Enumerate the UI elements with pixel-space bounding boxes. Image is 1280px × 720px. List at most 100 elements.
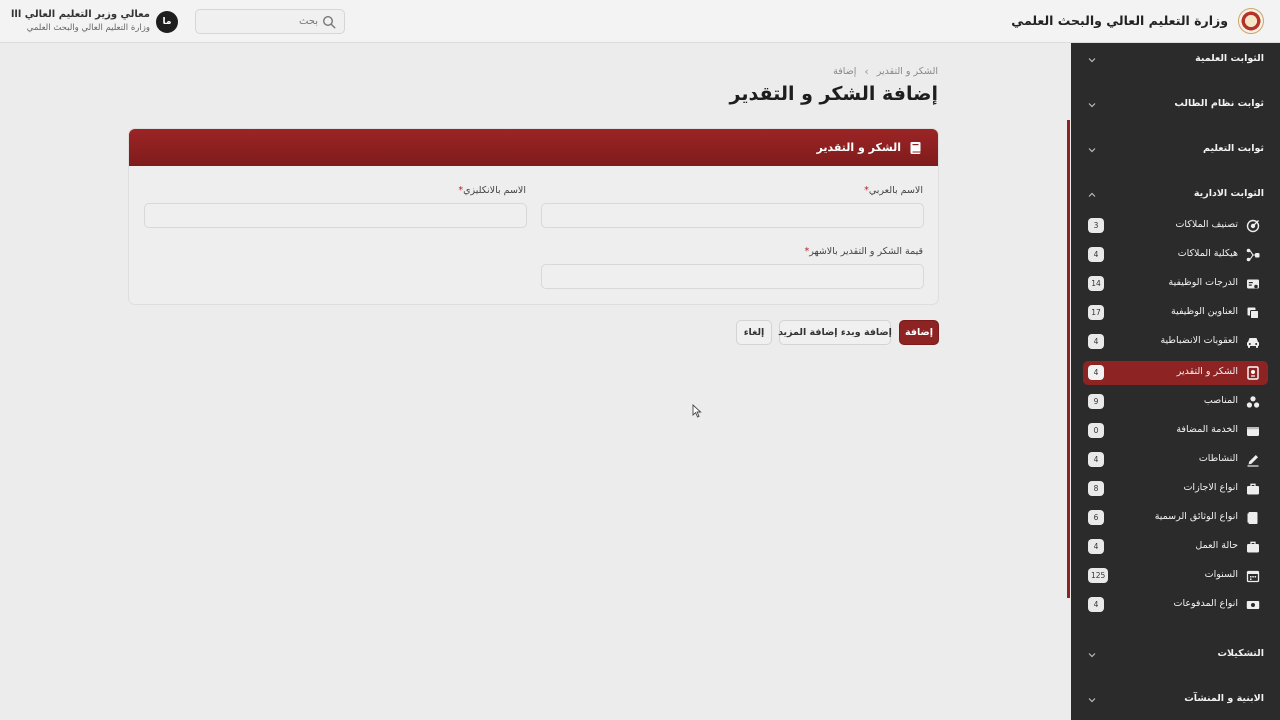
sidebar-item-label: العقوبات الانضباطية — [1160, 335, 1238, 346]
sidebar-item-leave-types[interactable]: انواع الاجازات 8 — [1083, 477, 1268, 501]
certificate-icon — [1247, 366, 1259, 380]
sidebar-item-staff-structure[interactable]: هيكلية الملاكات 4 — [1083, 243, 1268, 267]
sidebar-item-label: الخدمة المضافة — [1176, 424, 1238, 435]
sidebar-item-label: المناصب — [1203, 395, 1238, 406]
sidebar-group-label: ثوابت نظام الطالب — [1174, 98, 1264, 109]
breadcrumb-current: إضافة — [833, 66, 857, 77]
chevron-down-icon — [1088, 148, 1096, 153]
card-header: الشكر و التقدير — [129, 129, 938, 166]
chevron-down-icon — [1088, 698, 1096, 703]
scroll-indicator — [1067, 120, 1070, 598]
breadcrumb-parent-link[interactable]: الشكر و التقدير — [877, 66, 938, 77]
search-icon — [322, 15, 336, 29]
user-avatar[interactable]: ما — [156, 11, 178, 33]
sidebar-group-administrative[interactable]: الثوابت الادارية — [1071, 184, 1280, 206]
page-title: إضافة الشكر و التقدير — [729, 83, 938, 105]
sidebar: الثوابت العلمية ثوابت نظام الطالب ثوابت … — [1071, 43, 1280, 720]
sidebar-item-job-grades[interactable]: الدرجات الوظيفية 14 — [1083, 272, 1268, 296]
sidebar-group-scientific[interactable]: الثوابت العلمية — [1071, 49, 1280, 71]
count-badge: 8 — [1088, 481, 1104, 496]
briefcase-icon — [1247, 483, 1259, 495]
sidebar-group-label: الثوابت العلمية — [1195, 53, 1264, 64]
money-icon — [1246, 601, 1260, 609]
count-badge: 6 — [1088, 510, 1104, 525]
ministry-logo — [1238, 8, 1264, 34]
sidebar-group-label: ثوابت التعليم — [1203, 143, 1264, 154]
sidebar-group-label: الثوابت الادارية — [1193, 188, 1264, 199]
months-value-input[interactable] — [541, 264, 924, 289]
hierarchy-icon — [1246, 248, 1260, 262]
card-title: الشكر و التقدير — [816, 141, 901, 154]
add-button[interactable]: إضافة — [899, 320, 939, 345]
pencil-icon — [1247, 455, 1259, 467]
sidebar-item-job-titles[interactable]: العناوين الوظيفية 17 — [1083, 301, 1268, 325]
sidebar-item-label: السنوات — [1204, 569, 1238, 580]
sidebar-item-label: حالة العمل — [1195, 540, 1238, 551]
user-organization: وزارة التعليم العالي والبحث العلمي — [26, 23, 150, 33]
cancel-button[interactable]: إلغاء — [736, 320, 772, 345]
sidebar-item-official-document-types[interactable]: انواع الوثائق الرسمية 6 — [1083, 506, 1268, 530]
sidebar-group-student-system[interactable]: ثوابت نظام الطالب — [1071, 94, 1280, 116]
count-badge: 4 — [1088, 247, 1104, 262]
calendar-icon — [1246, 570, 1260, 583]
chevron-left-icon: › — [864, 65, 869, 78]
sidebar-item-label: الشكر و التقدير — [1176, 366, 1238, 377]
add-and-continue-button[interactable]: إضافة وبدء إضافة المزيد — [778, 320, 892, 345]
search-box[interactable] — [195, 9, 345, 34]
sidebar-item-added-service[interactable]: الخدمة المضافة 0 — [1083, 419, 1268, 443]
breadcrumb: الشكر و التقدير › إضافة — [833, 65, 938, 78]
top-bar: وزارة التعليم العالي والبحث العلمي ما مع… — [0, 0, 1280, 43]
sidebar-item-work-status[interactable]: حالة العمل 4 — [1083, 535, 1268, 559]
sidebar-group-label: التشكيلات — [1217, 648, 1264, 659]
folder-icon — [1247, 427, 1259, 436]
count-badge: 0 — [1088, 423, 1104, 438]
user-name: معالي وزير التعليم العالي ااا — [11, 9, 150, 20]
sidebar-item-label: تصنيف الملاكات — [1175, 219, 1238, 230]
chevron-down-icon — [1088, 58, 1096, 63]
search-input[interactable] — [208, 12, 318, 31]
copy-icon — [1247, 307, 1259, 319]
months-value-label: قيمة الشكر و التقدير بالاشهر* — [804, 246, 923, 257]
sidebar-item-positions[interactable]: المناصب 9 — [1083, 390, 1268, 414]
count-badge: 9 — [1088, 394, 1104, 409]
count-badge: 125 — [1088, 568, 1109, 583]
sidebar-group-education[interactable]: ثوابت التعليم — [1071, 139, 1280, 161]
count-badge: 3 — [1088, 218, 1104, 233]
count-badge: 14 — [1088, 276, 1104, 291]
sidebar-group-buildings[interactable]: الابنية و المنشآت — [1071, 689, 1280, 711]
sidebar-item-years[interactable]: السنوات 125 — [1083, 564, 1268, 588]
document-icon — [1247, 512, 1258, 524]
name-en-input[interactable] — [144, 203, 527, 228]
briefcase-icon — [1247, 541, 1259, 553]
name-ar-input[interactable] — [541, 203, 924, 228]
sidebar-item-appreciation[interactable]: الشكر و التقدير 4 — [1083, 361, 1268, 385]
chevron-down-icon — [1088, 653, 1096, 658]
count-badge: 17 — [1088, 305, 1104, 320]
target-icon — [1246, 219, 1260, 233]
sidebar-group-label: الابنية و المنشآت — [1184, 693, 1264, 704]
chevron-down-icon — [1088, 103, 1096, 108]
sidebar-item-staff-classification[interactable]: تصنيف الملاكات 3 — [1083, 214, 1268, 238]
sidebar-item-label: النشاطات — [1198, 453, 1238, 464]
id-card-icon — [1247, 279, 1259, 289]
count-badge: 4 — [1088, 597, 1104, 612]
car-icon — [1247, 338, 1259, 348]
sidebar-item-disciplinary-penalties[interactable]: العقوبات الانضباطية 4 — [1083, 330, 1268, 354]
sidebar-item-label: انواع الوثائق الرسمية — [1154, 511, 1238, 522]
count-badge: 4 — [1088, 365, 1104, 380]
sidebar-group-formations[interactable]: التشكيلات — [1071, 644, 1280, 666]
sidebar-item-label: الدرجات الوظيفية — [1168, 277, 1238, 288]
count-badge: 4 — [1088, 539, 1104, 554]
sidebar-item-payment-types[interactable]: انواع المدفوعات 4 — [1083, 593, 1268, 617]
app-title: وزارة التعليم العالي والبحث العلمي — [1011, 13, 1228, 28]
sidebar-item-label: هيكلية الملاكات — [1177, 248, 1238, 259]
book-icon — [910, 141, 921, 154]
sidebar-item-activities[interactable]: النشاطات 4 — [1083, 448, 1268, 472]
name-en-label: الاسم بالانكليزي* — [458, 185, 526, 196]
mouse-cursor-icon — [692, 404, 702, 418]
count-badge: 4 — [1088, 452, 1104, 467]
sidebar-item-label: انواع الاجازات — [1183, 482, 1238, 493]
form-card: الشكر و التقدير الاسم بالعربي* الاسم بال… — [128, 128, 939, 305]
count-badge: 4 — [1088, 334, 1104, 349]
people-icon — [1246, 396, 1260, 408]
